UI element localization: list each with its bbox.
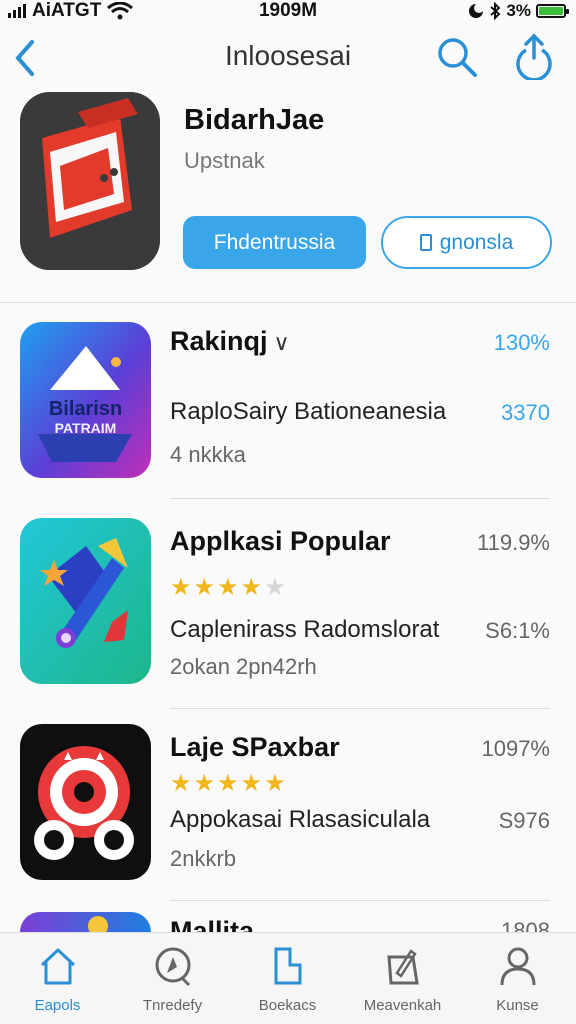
row-subtitle: Appokasai Rlasasiculala [170, 806, 431, 833]
row-value-2: S6:1% [485, 618, 550, 643]
row-meta: 2nkkrb [170, 846, 237, 871]
row-value: 1097% [481, 736, 550, 761]
star-icon: ★ [240, 770, 263, 797]
edit-icon [387, 949, 419, 985]
star-rating: ★ ★ ★ ★ ★ [170, 772, 286, 796]
bookmark-icon [274, 947, 302, 985]
home-icon [40, 948, 76, 985]
page-title: Inloosesai [224, 40, 352, 71]
star-icon: ★ [170, 574, 192, 601]
icon-text-top: Bilarisn [48, 398, 123, 420]
search-icon[interactable] [436, 36, 478, 78]
row-value-2: S976 [498, 808, 550, 833]
red-scroll-icon [20, 92, 160, 270]
divider [170, 900, 550, 901]
star-rating: ★ ★ ★ ★ ★ [170, 576, 286, 600]
chevron-down-icon[interactable]: ∨ [274, 330, 290, 355]
row-meta: 4 nkkka [170, 442, 246, 467]
row-title: Laje SPaxbar [170, 732, 340, 762]
secondary-button-label: gnonsla [439, 230, 514, 254]
star-icon: ★ [170, 770, 192, 797]
nav-bar: Inloosesai [0, 28, 576, 88]
compass-icon [155, 947, 191, 987]
share-icon[interactable] [512, 32, 556, 80]
row-value: 119.9% [477, 530, 550, 555]
star-icon: ★ [193, 574, 216, 601]
battery-icon [536, 4, 569, 18]
row-value: 1808 [501, 918, 550, 932]
square-icon [419, 234, 432, 251]
primary-button[interactable]: Fhdentrussia [183, 216, 366, 269]
list-item[interactable]: Applkasi Popular 119.9% ★ ★ ★ ★ ★ Capleniras… [0, 518, 576, 688]
battery-percent: 3% [506, 1, 531, 20]
status-bar: AiATGT 1909M 3% [0, 0, 576, 24]
list-item[interactable]: Laje SPaxbar 1097% ★ ★ ★ ★ ★ Appokasai Rlasa… [0, 724, 576, 884]
divider [0, 302, 576, 303]
tab-profile[interactable]: Kunse [460, 933, 575, 1024]
row-title: Applkasi Popular [170, 526, 391, 556]
row-title: Mallita [170, 916, 255, 932]
bluetooth-icon [490, 2, 501, 20]
app-title: BidarhJae [184, 104, 325, 136]
star-icon: ★ [217, 770, 239, 797]
list-item[interactable]: Mallita 1808 [0, 912, 576, 932]
moon-icon [469, 3, 485, 18]
row-meta: 2okan 2pn42rh [170, 654, 317, 679]
app-icon-popular [20, 518, 151, 684]
row-value: 130% [493, 330, 550, 355]
row-subtitle: Caplenirass Radomslorat [170, 616, 440, 643]
app-icon-mallita [20, 912, 151, 932]
row-value-2: 3370 [501, 400, 550, 425]
tab-home[interactable]: Eapols [0, 933, 115, 1024]
tab-bookmarks[interactable]: Boekacs [230, 933, 345, 1024]
star-icon: ★ [217, 574, 239, 601]
star-icon: ★ [264, 770, 286, 797]
app-icon-spaxbar [20, 724, 151, 880]
divider [170, 498, 550, 499]
divider [170, 708, 550, 709]
person-icon [500, 947, 536, 986]
star-icon: ★ [264, 574, 286, 601]
row-subtitle: RaploSairy Bationeanesia [170, 398, 447, 425]
app-subtitle: Upstnak [184, 148, 265, 173]
secondary-button[interactable]: gnonsla [381, 216, 552, 269]
status-right: 3% [468, 1, 569, 21]
tab-edit[interactable]: Meavenkah [345, 933, 460, 1024]
row-title: Rakinqj ∨ [170, 326, 290, 356]
icon-text-bottom: PATRAIM [54, 420, 117, 436]
app-icon[interactable] [20, 92, 160, 270]
tab-explore[interactable]: Tnredefy [115, 933, 230, 1024]
star-icon: ★ [193, 770, 216, 797]
list-item[interactable]: Bilarisn PATRAIM Rakinqj ∨ 130% RaploSair… [0, 322, 576, 482]
star-icon: ★ [240, 574, 263, 601]
tab-bar: Eapols Tnredefy Boekacs Meavenkah Kunse [0, 932, 576, 1024]
